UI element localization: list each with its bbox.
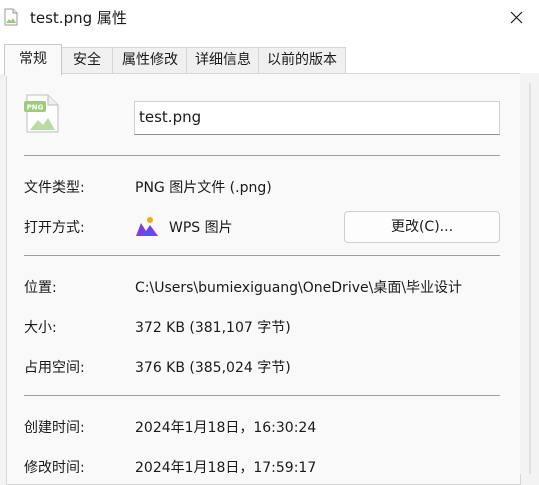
file-name-input[interactable] xyxy=(134,101,500,135)
change-button[interactable]: 更改(C)... xyxy=(344,211,500,243)
title-bar: test.png 属性 xyxy=(0,0,539,36)
tab-previous-versions[interactable]: 以前的版本 xyxy=(258,47,346,73)
file-type-value: PNG 图片文件 (.png) xyxy=(135,180,272,196)
opens-with-app: WPS 图片 xyxy=(169,220,233,236)
divider xyxy=(24,395,500,396)
scrollbar[interactable] xyxy=(520,73,539,474)
size-label: 大小: xyxy=(24,320,57,336)
location-value: C:\Users\bumiexiguang\OneDrive\桌面\毕业设计 xyxy=(135,280,463,296)
modified-value: 2024年1月18日，17:59:17 xyxy=(135,460,317,476)
file-type-label: 文件类型: xyxy=(24,180,85,196)
scrollbar-track[interactable] xyxy=(529,83,531,474)
png-file-icon xyxy=(4,8,18,26)
png-file-icon-large: PNG xyxy=(24,94,59,133)
wps-picture-icon xyxy=(136,217,158,236)
opens-with-label: 打开方式: xyxy=(24,220,85,236)
tab-general[interactable]: 常规 xyxy=(4,44,62,76)
close-icon xyxy=(510,11,523,24)
size-value: 372 KB (381,107 字节) xyxy=(135,320,291,336)
tab-details[interactable]: 详细信息 xyxy=(186,47,260,73)
size-on-disk-value: 376 KB (385,024 字节) xyxy=(135,360,291,376)
tab-property-edit[interactable]: 属性修改 xyxy=(112,47,188,73)
divider xyxy=(24,255,500,256)
png-badge-text: PNG xyxy=(27,104,44,112)
created-value: 2024年1月18日，16:30:24 xyxy=(135,420,317,436)
tab-security[interactable]: 安全 xyxy=(60,47,114,73)
location-label: 位置: xyxy=(24,280,57,296)
divider xyxy=(24,155,500,156)
close-button[interactable] xyxy=(494,0,539,36)
created-label: 创建时间: xyxy=(24,420,85,436)
size-on-disk-label: 占用空间: xyxy=(24,360,85,376)
window-title: test.png 属性 xyxy=(30,9,127,27)
tab-strip: 常规 安全 属性修改 详细信息 以前的版本 xyxy=(0,36,539,76)
modified-label: 修改时间: xyxy=(24,460,85,476)
